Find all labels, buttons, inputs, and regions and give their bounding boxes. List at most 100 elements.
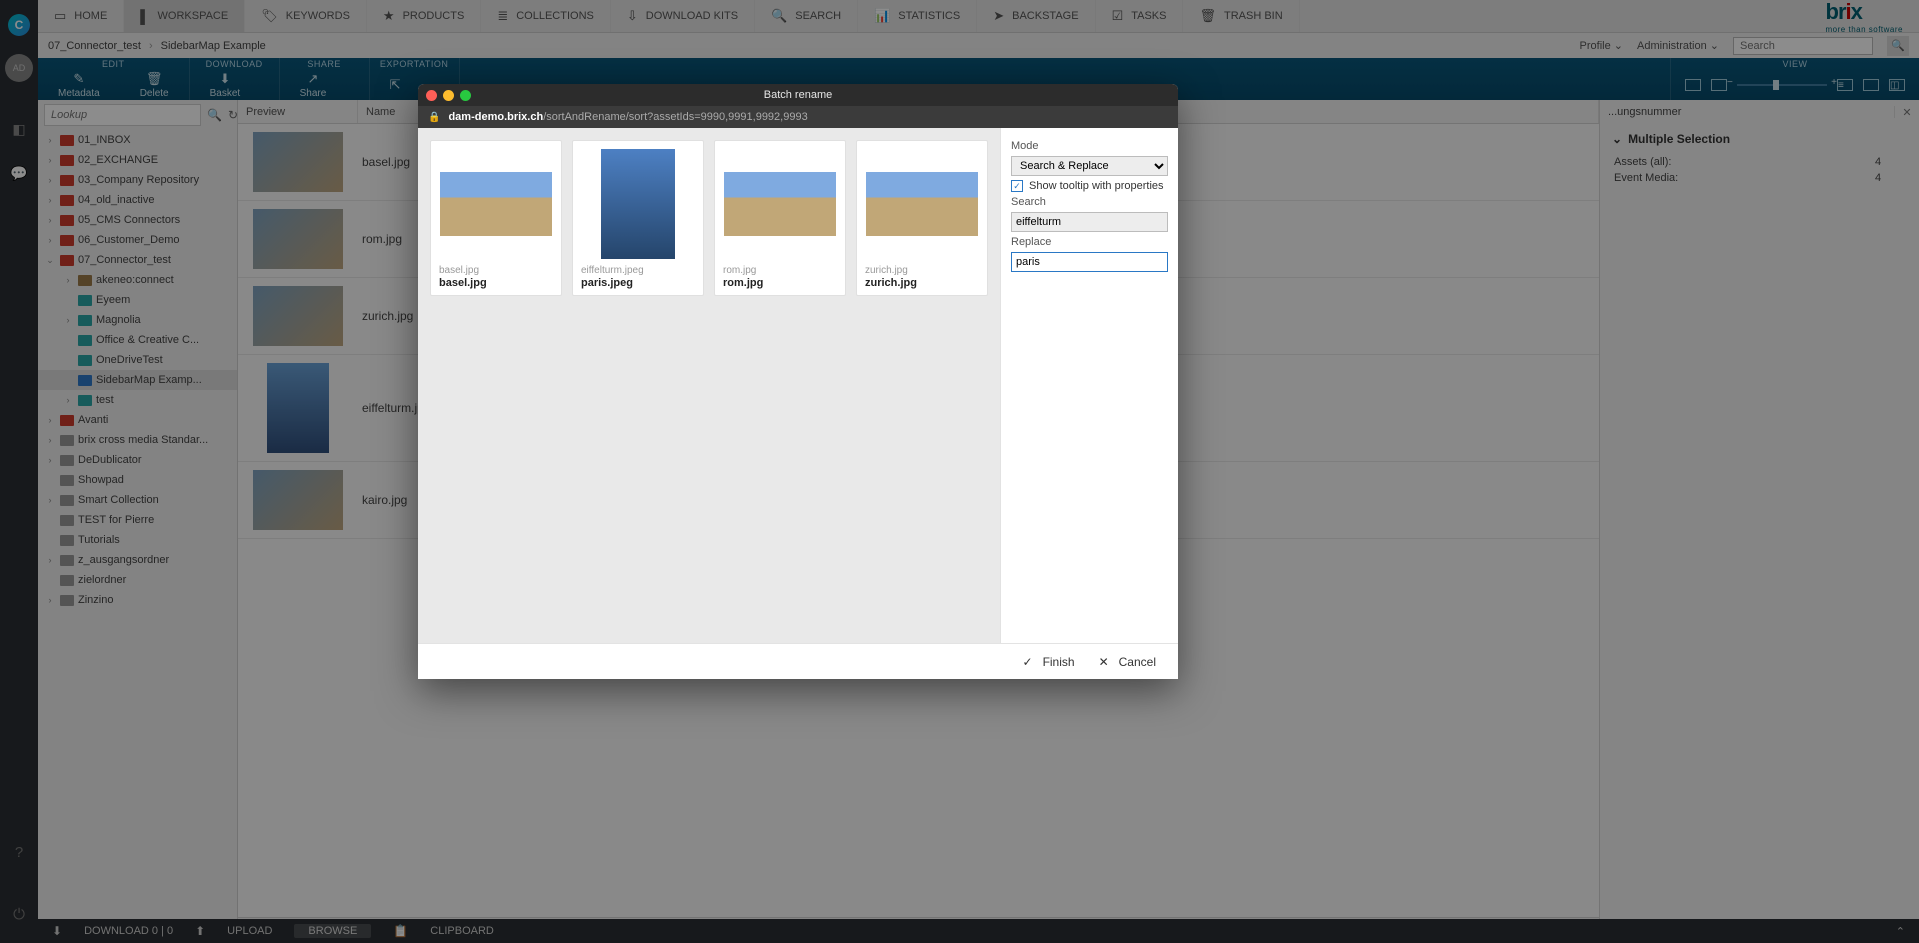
- folder-node[interactable]: ›Zinzino: [38, 590, 237, 610]
- close-icon[interactable]: ✕: [1895, 106, 1919, 119]
- breadcrumb-leaf[interactable]: SidebarMap Example: [161, 40, 266, 52]
- folder-node[interactable]: Tutorials: [38, 530, 237, 550]
- rename-card[interactable]: eiffelturm.jpegparis.jpeg: [572, 140, 704, 296]
- expand-icon[interactable]: ›: [44, 135, 56, 145]
- folder-node[interactable]: ›02_EXCHANGE: [38, 150, 237, 170]
- share-button[interactable]: ↗Share: [280, 69, 347, 100]
- zoom-window-icon[interactable]: [460, 90, 471, 101]
- expand-icon[interactable]: ›: [44, 235, 56, 245]
- admin-menu[interactable]: Administration ⌄: [1637, 39, 1719, 52]
- tab-tasks[interactable]: ☑TASKS: [1096, 0, 1184, 32]
- folder-node[interactable]: ⌄07_Connector_test: [38, 250, 237, 270]
- browse-button[interactable]: BROWSE: [294, 924, 371, 938]
- expand-icon[interactable]: ›: [44, 155, 56, 165]
- lookup-input[interactable]: [44, 104, 201, 126]
- expand-icon[interactable]: ›: [44, 175, 56, 185]
- close-window-icon[interactable]: [426, 90, 437, 101]
- search-input[interactable]: [1011, 212, 1168, 232]
- folder-node[interactable]: OneDriveTest: [38, 350, 237, 370]
- folder-node[interactable]: ›DeDublicator: [38, 450, 237, 470]
- avatar[interactable]: AD: [5, 54, 33, 82]
- footer-download[interactable]: DOWNLOAD 0 | 0: [84, 925, 173, 937]
- replace-input[interactable]: [1011, 252, 1168, 272]
- folder-node[interactable]: Eyeem: [38, 290, 237, 310]
- expand-icon[interactable]: ›: [62, 275, 74, 285]
- view-tile-icon[interactable]: [1711, 79, 1727, 91]
- folder-node[interactable]: ›04_old_inactive: [38, 190, 237, 210]
- folder-node[interactable]: zielordner: [38, 570, 237, 590]
- expand-icon[interactable]: ⌄: [44, 255, 56, 266]
- rename-card[interactable]: zurich.jpgzurich.jpg: [856, 140, 988, 296]
- expand-icon[interactable]: ›: [44, 195, 56, 205]
- tab-home[interactable]: ▭HOME: [38, 0, 124, 32]
- tab-collections[interactable]: ≣COLLECTIONS: [481, 0, 611, 32]
- tooltip-checkbox[interactable]: ✓ Show tooltip with properties: [1011, 180, 1168, 192]
- inspector-tab[interactable]: ...ungsnummer: [1600, 106, 1895, 118]
- refresh-icon[interactable]: ↻: [228, 108, 238, 122]
- expand-icon[interactable]: ›: [44, 455, 56, 465]
- expand-icon[interactable]: ›: [44, 555, 56, 565]
- cancel-button[interactable]: ✕ Cancel: [1099, 655, 1156, 669]
- rename-card[interactable]: rom.jpgrom.jpg: [714, 140, 846, 296]
- power-icon[interactable]: ⏻: [8, 903, 30, 925]
- dialog-titlebar[interactable]: Batch rename: [418, 84, 1178, 106]
- folder-node[interactable]: ›06_Customer_Demo: [38, 230, 237, 250]
- tab-products[interactable]: ★PRODUCTS: [367, 0, 481, 32]
- inspector-title[interactable]: ⌄ Multiple Selection: [1600, 124, 1919, 154]
- rename-card[interactable]: basel.jpgbasel.jpg: [430, 140, 562, 296]
- folder-node[interactable]: SidebarMap Examp...: [38, 370, 237, 390]
- tab-download-kits[interactable]: ⇩DOWNLOAD KITS: [611, 0, 755, 32]
- folder-node[interactable]: ›Avanti: [38, 410, 237, 430]
- tab-search[interactable]: 🔍SEARCH: [755, 0, 858, 32]
- breadcrumb-root[interactable]: 07_Connector_test: [48, 40, 141, 52]
- search-icon[interactable]: 🔍: [1887, 36, 1909, 56]
- tab-workspace[interactable]: ▌WORKSPACE: [124, 0, 245, 32]
- tab-statistics[interactable]: 📊STATISTICS: [858, 0, 977, 32]
- folder-node[interactable]: ›brix cross media Standar...: [38, 430, 237, 450]
- expand-icon[interactable]: ›: [44, 215, 56, 225]
- folder-node[interactable]: ›Smart Collection: [38, 490, 237, 510]
- chat-icon[interactable]: 💬: [8, 162, 30, 184]
- help-icon[interactable]: ?: [8, 841, 30, 863]
- folder-node[interactable]: ›01_INBOX: [38, 130, 237, 150]
- folder-node[interactable]: ›z_ausgangsordner: [38, 550, 237, 570]
- search-icon[interactable]: 🔍: [207, 108, 222, 122]
- expand-icon[interactable]: ›: [62, 315, 74, 325]
- profile-menu[interactable]: Profile ⌄: [1580, 39, 1623, 52]
- folder-node[interactable]: ›Magnolia: [38, 310, 237, 330]
- folder-node[interactable]: Showpad: [38, 470, 237, 490]
- delete-button[interactable]: 🗑Delete: [120, 69, 189, 100]
- minimize-window-icon[interactable]: [443, 90, 454, 101]
- expand-icon[interactable]: ›: [62, 395, 74, 405]
- footer-clipboard[interactable]: CLIPBOARD: [430, 925, 494, 937]
- expand-icon[interactable]: ⌃: [1896, 925, 1905, 938]
- basket-button[interactable]: ⬇Basket: [190, 69, 261, 100]
- tab-trash-bin[interactable]: 🗑TRASH BIN: [1183, 0, 1299, 32]
- folder-node[interactable]: TEST for Pierre: [38, 510, 237, 530]
- zoom-slider[interactable]: −+: [1737, 84, 1827, 86]
- expand-icon[interactable]: ›: [44, 435, 56, 445]
- view-detail-icon[interactable]: [1863, 79, 1879, 91]
- folder-node[interactable]: ›05_CMS Connectors: [38, 210, 237, 230]
- tab-backstage[interactable]: ➤BACKSTAGE: [977, 0, 1095, 32]
- tab-keywords[interactable]: 🏷KEYWORDS: [245, 0, 367, 32]
- folder-node[interactable]: ›test: [38, 390, 237, 410]
- footer-upload[interactable]: UPLOAD: [227, 925, 272, 937]
- folder-node[interactable]: ›03_Company Repository: [38, 170, 237, 190]
- col-preview[interactable]: Preview: [238, 100, 358, 123]
- exportation-button[interactable]: ⇱: [370, 69, 421, 100]
- window-controls[interactable]: [426, 90, 471, 101]
- finish-button[interactable]: ✓ Finish: [1023, 655, 1075, 669]
- folder-node[interactable]: ›akeneo:connect: [38, 270, 237, 290]
- view-grid-icon[interactable]: [1685, 79, 1701, 91]
- expand-icon[interactable]: ›: [44, 595, 56, 605]
- expand-icon[interactable]: ›: [44, 495, 56, 505]
- app-logo[interactable]: C: [8, 14, 30, 36]
- metadata-button[interactable]: ✎Metadata: [38, 69, 120, 100]
- view-panel-icon[interactable]: ◫: [1889, 79, 1905, 91]
- mode-select[interactable]: Search & Replace: [1011, 156, 1168, 176]
- view-list-icon[interactable]: ≡: [1837, 79, 1853, 91]
- expand-icon[interactable]: ›: [44, 415, 56, 425]
- layers-icon[interactable]: ◧: [8, 118, 30, 140]
- global-search-input[interactable]: [1733, 37, 1873, 55]
